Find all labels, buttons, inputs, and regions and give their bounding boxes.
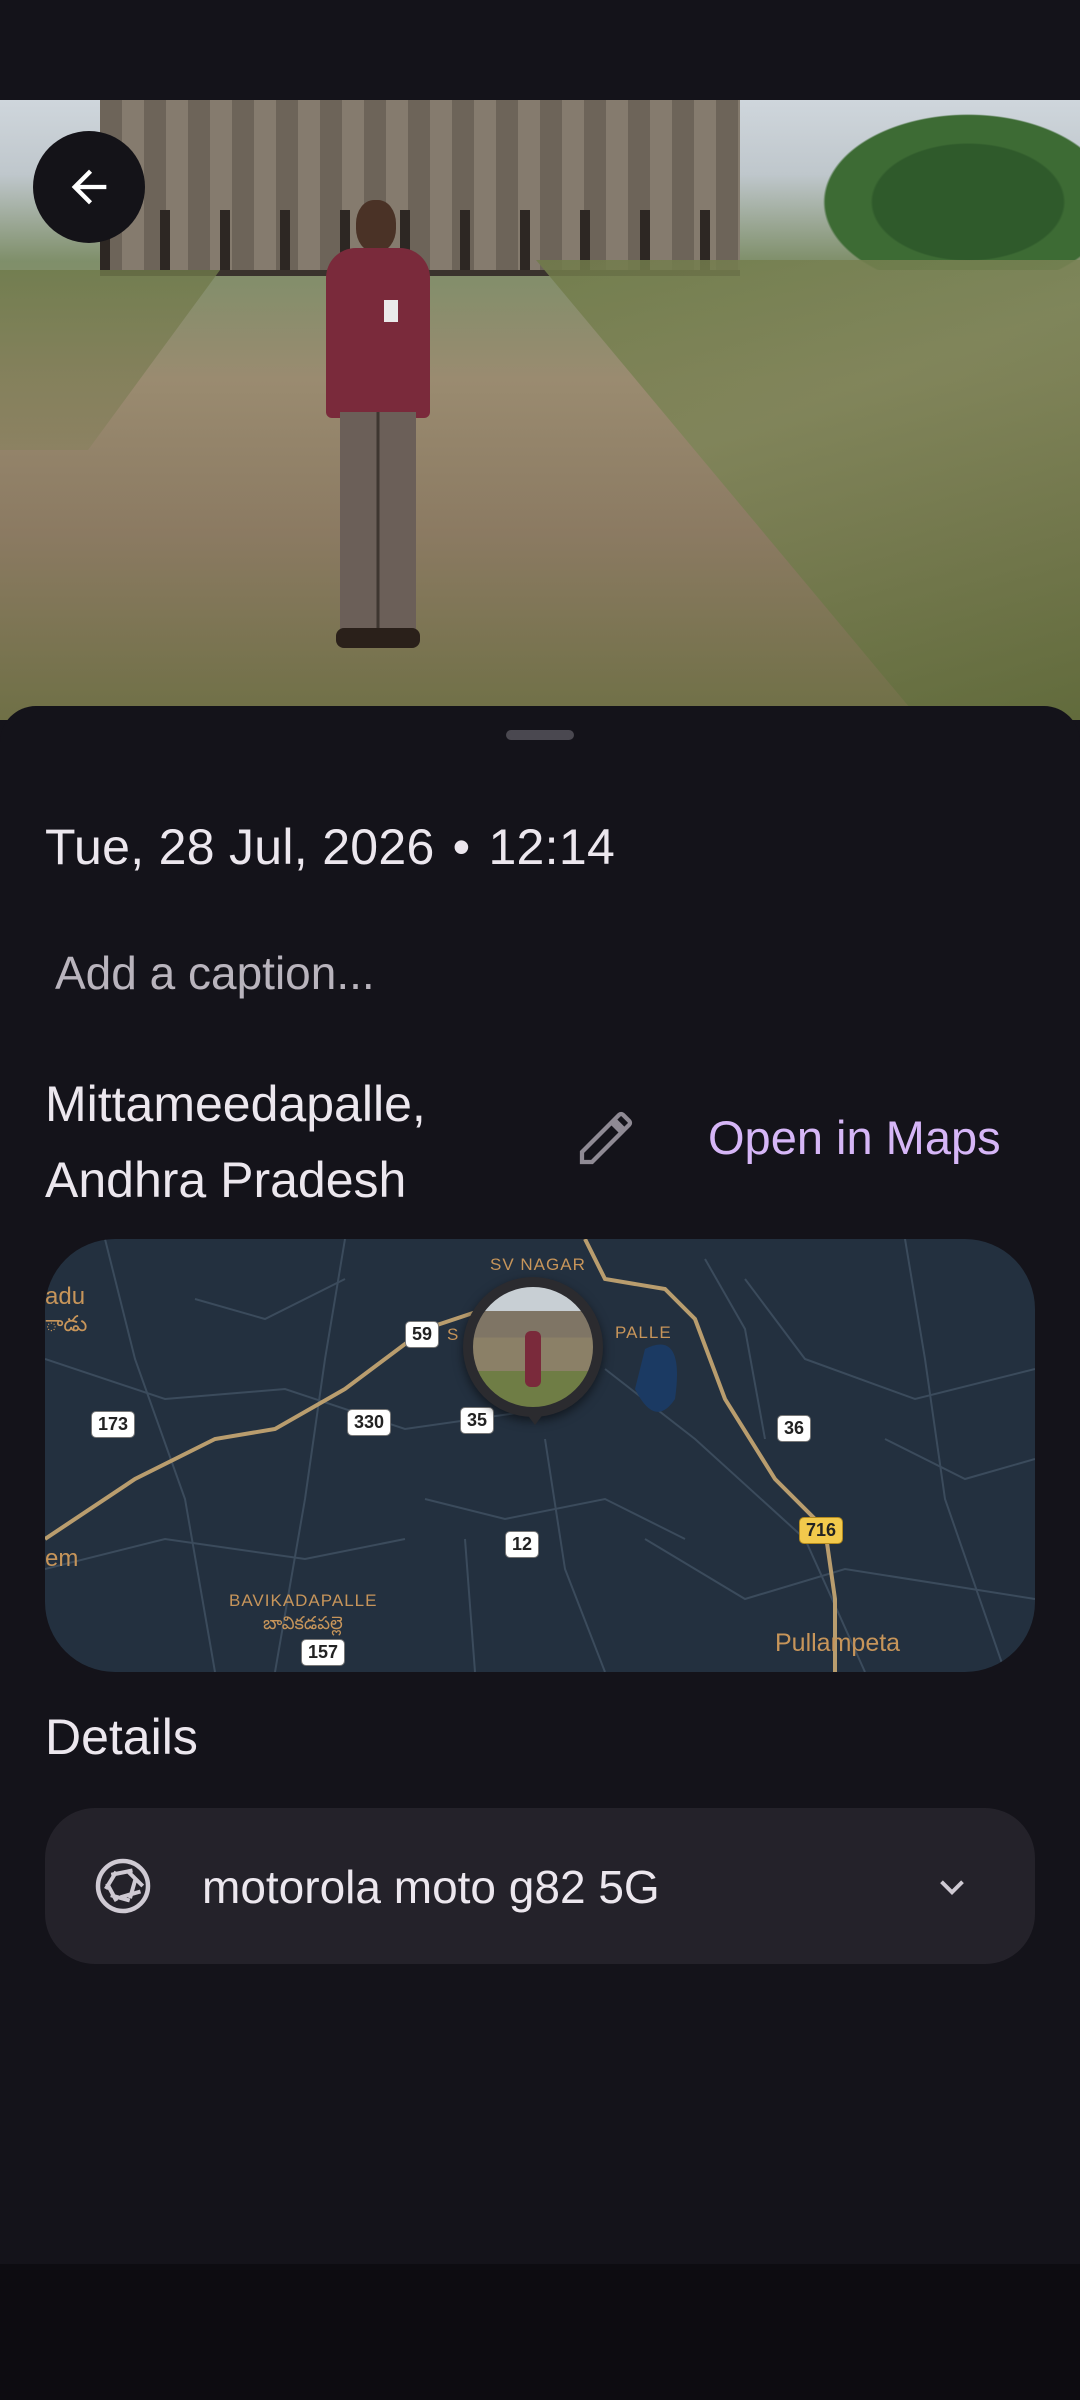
map-label-pullampeta: Pullampeta — [775, 1629, 901, 1657]
arrow-left-icon — [71, 169, 107, 205]
photo-time: 12:14 — [488, 819, 616, 875]
open-in-maps-link[interactable]: Open in Maps — [708, 1110, 1001, 1165]
location-name: Mittameedapalle, Andhra Pradesh — [45, 1066, 565, 1218]
location-map[interactable]: SV NAGAR S PALLE adu ాడు BAVIKADAPALLE బ… — [45, 1239, 1035, 1672]
road-shield-36: 36 — [777, 1415, 812, 1442]
map-label-palle: PALLE — [615, 1323, 672, 1342]
map-label-bavikadapalle: BAVIKADAPALLE — [229, 1591, 378, 1610]
road-shield-12: 12 — [505, 1531, 540, 1558]
map-label-adu: adu — [45, 1283, 86, 1310]
back-button[interactable] — [33, 131, 145, 243]
trees-in-photo — [800, 100, 1080, 270]
device-details-card[interactable]: motorola moto g82 5G — [45, 1808, 1035, 1964]
road-shield-716: 716 — [799, 1517, 844, 1544]
road-shield-35: 35 — [460, 1407, 495, 1434]
date-time-separator: • — [452, 819, 471, 875]
marker-photo-thumbnail — [473, 1287, 593, 1407]
details-heading: Details — [45, 1709, 198, 1765]
grass-in-photo — [536, 260, 1080, 720]
system-navigation-bar — [0, 2264, 1080, 2400]
date-time: Tue, 28 Jul, 2026 • 12:14 — [45, 818, 615, 876]
edit-location-icon[interactable] — [574, 1106, 638, 1170]
map-label-em: em — [45, 1545, 79, 1572]
map-label-bavikadapalle-telugu: బావికడపల్లె — [263, 1613, 343, 1633]
caption-input[interactable]: Add a caption... — [55, 946, 375, 1000]
location-line-2: Andhra Pradesh — [45, 1152, 407, 1208]
grass-left-in-photo — [0, 270, 220, 450]
info-sheet: Tue, 28 Jul, 2026 • 12:14 Add a caption...… — [0, 706, 1080, 2264]
photo-preview[interactable] — [0, 100, 1080, 720]
person-in-photo — [318, 200, 438, 660]
map-label-sv-nagar: SV NAGAR — [490, 1255, 586, 1274]
map-label-s: S — [447, 1325, 459, 1344]
photo-date: Tue, 28 Jul, 2026 — [45, 819, 435, 875]
photo-location-marker[interactable] — [463, 1277, 603, 1425]
road-shield-157: 157 — [301, 1639, 346, 1666]
device-name: motorola moto g82 5G — [202, 1861, 660, 1913]
map-label-adu-telugu: ాడు — [45, 1311, 88, 1336]
location-line-1: Mittameedapalle, — [45, 1076, 426, 1132]
chevron-down-icon[interactable] — [931, 1866, 973, 1908]
road-shield-330: 330 — [347, 1409, 392, 1436]
road-shield-173: 173 — [91, 1411, 136, 1438]
road-shield-59: 59 — [405, 1321, 440, 1348]
drag-handle[interactable] — [506, 730, 574, 740]
camera-aperture-icon — [95, 1858, 151, 1914]
